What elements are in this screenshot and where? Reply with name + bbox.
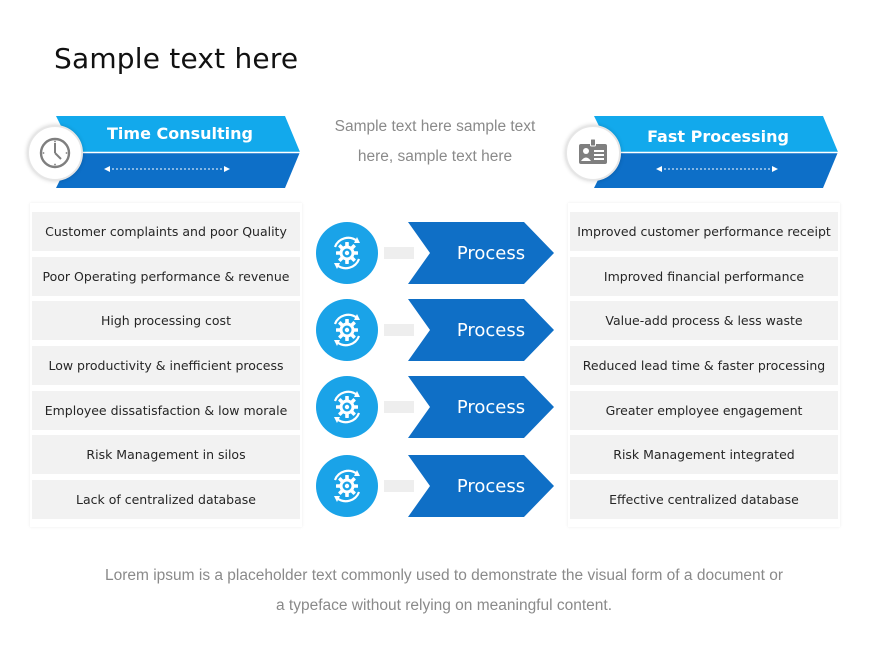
- list-item: Risk Management in silos: [32, 435, 300, 474]
- gear-cycle-icon: [333, 236, 361, 270]
- list-item: Lack of centralized database: [32, 480, 300, 519]
- list-item: Improved customer performance receipt: [570, 212, 838, 251]
- list-item: Improved financial performance: [570, 257, 838, 296]
- process-label: Process: [456, 242, 526, 264]
- process-icon-circle: [316, 376, 378, 438]
- list-item: Customer complaints and poor Quality: [32, 212, 300, 251]
- list-item: High processing cost: [32, 301, 300, 340]
- left-issues-list: Customer complaints and poor Quality Poo…: [30, 203, 302, 527]
- list-item: Greater employee engagement: [570, 391, 838, 430]
- process-label: Process: [456, 319, 526, 341]
- id-card-icon: [579, 138, 607, 164]
- list-item: Poor Operating performance & revenue: [32, 257, 300, 296]
- process-chevron: Process: [408, 222, 554, 284]
- center-description: Sample text here sample text here, sampl…: [334, 118, 536, 165]
- page-title: Sample text here: [54, 42, 299, 75]
- list-item: Reduced lead time & faster processing: [570, 346, 838, 385]
- gear-cycle-icon: [333, 469, 361, 503]
- process-label: Process: [456, 475, 526, 497]
- process-icon-circle: [316, 299, 378, 361]
- right-benefits-list: Improved customer performance receipt Im…: [568, 203, 840, 527]
- process-chevron: Process: [408, 376, 554, 438]
- list-item: Value-add process & less waste: [570, 301, 838, 340]
- process-chevron: Process: [408, 299, 554, 361]
- process-label: Process: [456, 396, 526, 418]
- process-icon-circle: [316, 455, 378, 517]
- gear-cycle-icon: [333, 313, 361, 347]
- left-header-icon-circle: [27, 125, 83, 181]
- right-header-icon-circle: [565, 125, 621, 181]
- clock-icon: [39, 137, 71, 169]
- list-item: Low productivity & inefficient process: [32, 346, 300, 385]
- process-chevron: Process: [408, 455, 554, 517]
- gear-cycle-icon: [333, 390, 361, 424]
- list-item: Effective centralized database: [570, 480, 838, 519]
- footer-description: Lorem ipsum is a placeholder text common…: [104, 567, 784, 614]
- list-item: Risk Management integrated: [570, 435, 838, 474]
- right-header-title: Fast Processing: [647, 127, 789, 146]
- list-item: Employee dissatisfaction & low morale: [32, 391, 300, 430]
- process-icon-circle: [316, 222, 378, 284]
- left-header-title: Time Consulting: [107, 124, 253, 143]
